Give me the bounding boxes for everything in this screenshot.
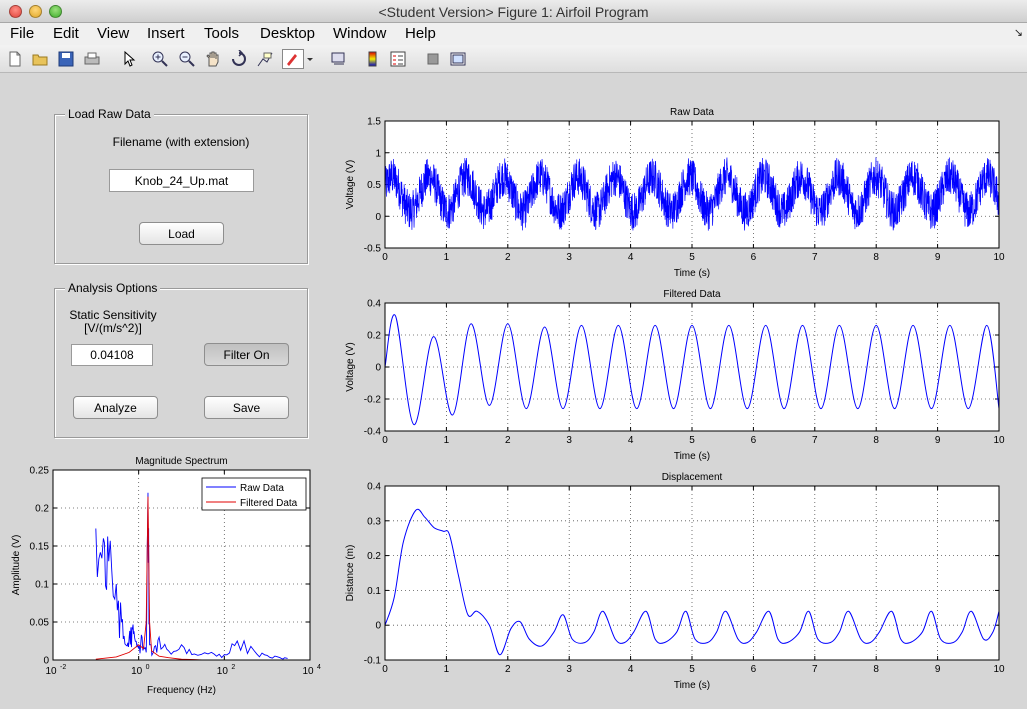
x-axis-label: Frequency (Hz) [147, 685, 216, 696]
x-tick-label: 10 [993, 664, 1005, 675]
x-tick-label: 8 [873, 435, 879, 446]
y-tick-label: 0.4 [367, 482, 381, 493]
x-tick-label: 4 [628, 435, 634, 446]
x-tick-label: 2 [505, 664, 511, 675]
plot-area [385, 486, 999, 660]
x-tick-label: 10 [302, 666, 314, 677]
x-tick-label: 9 [935, 252, 941, 263]
x-tick-label: 2 [505, 252, 511, 263]
y-tick-label: 0.15 [30, 542, 50, 553]
x-tick-label: 5 [689, 252, 695, 263]
y-tick-label: 0.4 [367, 299, 381, 310]
y-axis-label: Voltage (V) [345, 160, 356, 209]
y-tick-label: 0 [375, 212, 381, 223]
y-tick-label: 0.2 [35, 504, 49, 515]
y-tick-label: 0.1 [35, 580, 49, 591]
legend-entry: Filtered Data [240, 498, 298, 509]
y-tick-label: -0.1 [364, 656, 382, 667]
y-tick-label: -0.2 [364, 395, 382, 406]
x-tick-label: 10 [45, 666, 57, 677]
y-tick-label: 1 [375, 148, 381, 159]
x-tick-label: 10 [993, 252, 1005, 263]
x-tick-label: 3 [566, 252, 572, 263]
chart-displacement: 0 1 2 3 4 5 6 7 8 9 10-0.100.10.20.30.4Displacemen… [345, 472, 1005, 691]
x-tick-label: 8 [873, 252, 879, 263]
x-tick-label: 6 [751, 435, 757, 446]
y-tick-label: 0.5 [367, 180, 381, 191]
x-tick-label: 7 [812, 435, 818, 446]
x-tick-exponent: 2 [231, 664, 235, 671]
x-tick-label: 3 [566, 664, 572, 675]
y-tick-label: -0.5 [364, 244, 382, 255]
x-tick-label: 7 [812, 252, 818, 263]
x-tick-label: 0 [382, 252, 388, 263]
y-axis-label: Voltage (V) [345, 342, 356, 391]
y-tick-label: 0.2 [367, 551, 381, 562]
x-tick-label: 5 [689, 435, 695, 446]
chart-title: Raw Data [670, 107, 714, 118]
legend-entry: Raw Data [240, 483, 284, 494]
x-tick-label: 3 [566, 435, 572, 446]
x-tick-exponent: -2 [60, 664, 66, 671]
chart-raw: 0 1 2 3 4 5 6 7 8 9 10-0.500.511.5Raw DataTime (s)… [345, 107, 1005, 279]
x-axis-label: Time (s) [674, 451, 710, 462]
x-tick-exponent: 0 [146, 664, 150, 671]
legend: Raw Data Filtered Data [201, 477, 307, 511]
chart-filtered: 0 1 2 3 4 5 6 7 8 9 10 -0.4 -0.2 0 0.2 0.4 Filtered Data… [345, 289, 1005, 462]
x-tick-label: 2 [505, 435, 511, 446]
y-tick-label: 0.05 [30, 618, 50, 629]
y-tick-label: 0.2 [367, 331, 381, 342]
y-axis-label: Amplitude (V) [11, 535, 22, 596]
y-tick-label: 0 [43, 656, 49, 667]
x-tick-label: 10 [217, 666, 229, 677]
x-tick-label: 7 [812, 664, 818, 675]
x-tick-label: 1 [444, 435, 450, 446]
x-tick-label: 5 [689, 664, 695, 675]
x-tick-label: 0 [382, 435, 388, 446]
y-axis-label: Distance (m) [345, 545, 356, 602]
x-axis-label: Time (s) [674, 268, 710, 279]
chart-title: Displacement [662, 472, 723, 483]
y-tick-label: 0.25 [30, 466, 50, 477]
chart-spectrum: 10 -2 10 0 10 2 10 400.050.10.150.20.25Raw Data… [11, 456, 321, 696]
x-tick-label: 6 [751, 252, 757, 263]
y-tick-label: 0 [375, 363, 381, 374]
x-tick-label: 0 [382, 664, 388, 675]
y-tick-label: 0.1 [367, 586, 381, 597]
x-tick-label: 6 [751, 664, 757, 675]
chart-title: Filtered Data [663, 289, 721, 300]
chart-title: Magnitude Spectrum [135, 456, 227, 467]
y-tick-label: 0 [375, 621, 381, 632]
y-tick-label: 0.3 [367, 516, 381, 527]
y-tick-label: -0.4 [364, 427, 382, 438]
x-tick-label: 9 [935, 435, 941, 446]
y-tick-label: 1.5 [367, 117, 381, 128]
x-tick-label: 4 [628, 664, 634, 675]
plots-layer: 0 1 2 3 4 5 6 7 8 9 10-0.500.511.5Raw DataTime (s)… [11, 107, 1005, 696]
x-tick-label: 1 [444, 664, 450, 675]
x-tick-label: 4 [628, 252, 634, 263]
x-tick-exponent: 4 [317, 664, 321, 671]
x-tick-label: 10 [993, 435, 1005, 446]
x-tick-label: 8 [873, 664, 879, 675]
x-tick-label: 9 [935, 664, 941, 675]
x-tick-label: 1 [444, 252, 450, 263]
x-axis-label: Time (s) [674, 680, 710, 691]
x-tick-label: 10 [131, 666, 143, 677]
